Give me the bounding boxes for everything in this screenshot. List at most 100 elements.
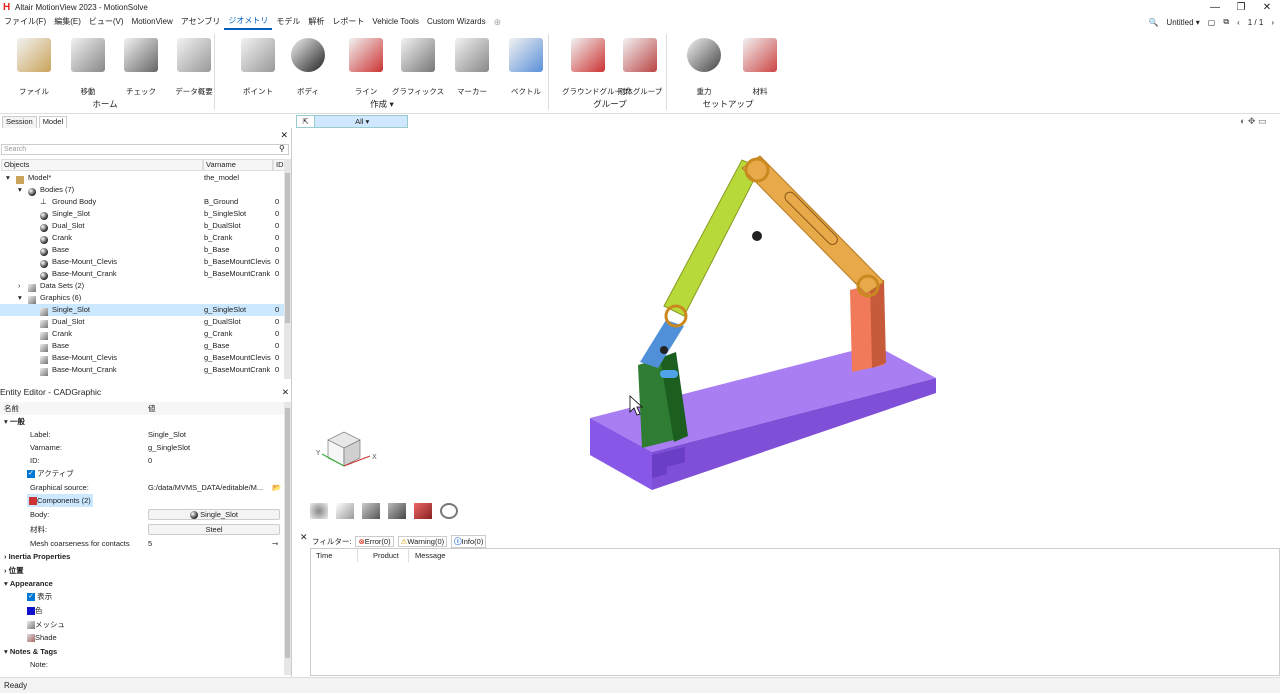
3d-viewport[interactable]: X Y [293, 114, 1280, 534]
tab-session[interactable]: Session [2, 116, 37, 128]
menu-item-3[interactable]: MotionView [128, 15, 177, 29]
tree-row[interactable]: Single_Slot g_SingleSlot 0 [0, 304, 284, 317]
tree-row[interactable]: Base-Mount_Clevis b_BaseMountClevis 0 [0, 256, 284, 269]
tree-row[interactable]: Dual_Slot b_DualSlot 0 [0, 220, 284, 233]
section-general[interactable]: ▾ 一般 [4, 415, 25, 428]
tree-row[interactable]: Single_Slot b_SingleSlot 0 [0, 208, 284, 221]
varname-value[interactable]: g_SingleSlot [148, 441, 190, 454]
search-icon[interactable]: 🔍 [1148, 18, 1158, 27]
ribbon-tool-0[interactable]: ファイル [8, 38, 60, 97]
layout-icon[interactable]: ▢ [1208, 18, 1216, 27]
tree-row[interactable]: Base b_Base 0 [0, 244, 284, 257]
page-next-icon[interactable]: › [1271, 18, 1274, 27]
tree-row[interactable]: Crank g_Crank 0 [0, 328, 284, 341]
source-value[interactable]: G:/data/MVMS_DATA/editable/M... [148, 481, 263, 494]
menu-item-6[interactable]: モデル [272, 15, 304, 29]
tree-row[interactable]: › Data Sets (2) [0, 280, 284, 293]
part-icon[interactable] [414, 503, 432, 519]
menu-item-7[interactable]: 解析 [304, 15, 328, 29]
menu-item-4[interactable]: アセンブリ [177, 15, 225, 29]
active-checkbox[interactable]: ✓ [27, 470, 35, 479]
mesh-label[interactable]: メッシュ [35, 620, 65, 629]
add-tab-icon[interactable]: ⊕ [490, 15, 506, 29]
link-icon[interactable] [388, 503, 406, 519]
body-selector[interactable]: Single_Slot [148, 509, 280, 520]
joint-icon[interactable] [362, 503, 380, 519]
menu-item-10[interactable]: Custom Wizards [423, 15, 490, 29]
section-notes[interactable]: ▾ Notes & Tags [4, 645, 57, 658]
label-value[interactable]: Single_Slot [148, 428, 186, 441]
material-selector[interactable]: Steel [148, 524, 280, 535]
tree-row[interactable]: ▾ Bodies (7) [0, 184, 284, 197]
col-time[interactable]: Time [312, 549, 358, 562]
ribbon-tool-4[interactable]: ポイント [232, 38, 284, 97]
menu-item-5[interactable]: ジオメトリ [224, 14, 273, 30]
ribbon-tool-10[interactable]: グラウンドグループ [562, 38, 629, 97]
group-create[interactable]: 作成 ▾ [352, 98, 412, 110]
col-objects[interactable]: Objects [1, 159, 203, 171]
components-label[interactable]: Components (2) [37, 496, 91, 505]
info-filter[interactable]: ⓘInfo(0) [451, 535, 487, 548]
expand-icon[interactable]: ▾ [18, 292, 22, 304]
menu-item-9[interactable]: Vehicle Tools [368, 15, 423, 29]
restore-icon[interactable]: ❐ [1228, 0, 1254, 15]
error-filter[interactable]: ⊗Error(0) [355, 536, 394, 547]
close-icon[interactable]: ✕ [1254, 0, 1280, 15]
color-swatch[interactable] [27, 607, 35, 616]
session-dropdown[interactable]: Untitled ▾ [1166, 18, 1199, 27]
id-value[interactable]: 0 [148, 454, 152, 467]
expand-icon[interactable]: ▾ [6, 172, 10, 184]
tree-row[interactable]: Base-Mount_Crank b_BaseMountCrank 0 [0, 268, 284, 281]
col-varname[interactable]: Varname [203, 159, 273, 171]
tree-row[interactable]: Base-Mount_Crank g_BaseMountCrank 0 [0, 364, 284, 377]
view-icon[interactable] [310, 503, 328, 519]
axis-icon[interactable] [336, 503, 354, 519]
search-input[interactable]: Search [1, 144, 289, 155]
zoom-icon[interactable] [440, 503, 458, 519]
ribbon-tool-6[interactable]: ライン [340, 38, 392, 97]
tree-row[interactable]: ▾ Model* the_model [0, 172, 284, 185]
tree-row[interactable]: Base g_Base 0 [0, 340, 284, 353]
ribbon-tool-11[interactable]: 剛体グループ [614, 38, 666, 97]
folder-icon[interactable]: 📂 [272, 481, 281, 494]
ribbon-tool-7[interactable]: グラフィックス [392, 38, 444, 97]
expand-icon[interactable]: ▾ [18, 184, 22, 196]
display-checkbox[interactable]: ✓ [27, 593, 35, 602]
expand-icon[interactable]: › [18, 280, 21, 292]
ribbon-tool-2[interactable]: チェック [115, 38, 167, 97]
col-product[interactable]: Product [369, 549, 409, 562]
warning-filter[interactable]: ⚠Warning(0) [397, 536, 448, 547]
editor-scrollbar[interactable] [284, 402, 291, 675]
menu-item-1[interactable]: 編集(E) [50, 15, 85, 29]
tree-row[interactable]: Dual_Slot g_DualSlot 0 [0, 316, 284, 329]
tree-row[interactable]: ▾ Graphics (6) [0, 292, 284, 305]
tree-scrollbar[interactable] [284, 159, 291, 379]
ribbon-tool-1[interactable]: 移動 [62, 38, 114, 97]
tab-model[interactable]: Model [38, 116, 68, 128]
minimize-icon[interactable]: — [1202, 0, 1228, 15]
close-browser-icon[interactable]: ✕ [280, 130, 288, 141]
menu-item-2[interactable]: ビュー(V) [85, 15, 128, 29]
tree-row[interactable]: ⊥ Ground Body B_Ground 0 [0, 196, 284, 208]
ribbon-tool-8[interactable]: マーカー [446, 38, 498, 97]
page-prev-icon[interactable]: ‹ [1237, 18, 1240, 27]
menu-item-0[interactable]: ファイル(F) [0, 15, 50, 29]
close-messages-icon[interactable]: ✕ [300, 532, 308, 543]
ribbon-tool-12[interactable]: 重力 [678, 38, 730, 97]
ribbon-tool-9[interactable]: ベクトル [500, 38, 552, 97]
slider-icon[interactable]: ⊸ [272, 537, 278, 550]
section-appearance[interactable]: ▾ Appearance [4, 577, 53, 590]
menu-item-8[interactable]: レポート [328, 15, 368, 29]
col-message[interactable]: Message [411, 549, 511, 562]
ribbon-tool-5[interactable]: ボディ [282, 38, 334, 97]
close-editor-icon[interactable]: ✕ [282, 386, 289, 398]
mesh-value[interactable]: 5 [148, 537, 152, 550]
tree-row[interactable]: Crank b_Crank 0 [0, 232, 284, 245]
tree-row[interactable]: Base-Mount_Clevis g_BaseMountClevis 0 [0, 352, 284, 365]
section-position[interactable]: › 位置 [4, 564, 24, 577]
ribbon-tool-3[interactable]: データ概要 [168, 38, 220, 97]
shade-label[interactable]: Shade [35, 633, 57, 642]
section-inertia[interactable]: › Inertia Properties [4, 550, 70, 563]
window-icon[interactable]: ⧉ [1223, 17, 1229, 27]
ribbon-tool-13[interactable]: 材料 [734, 38, 786, 97]
